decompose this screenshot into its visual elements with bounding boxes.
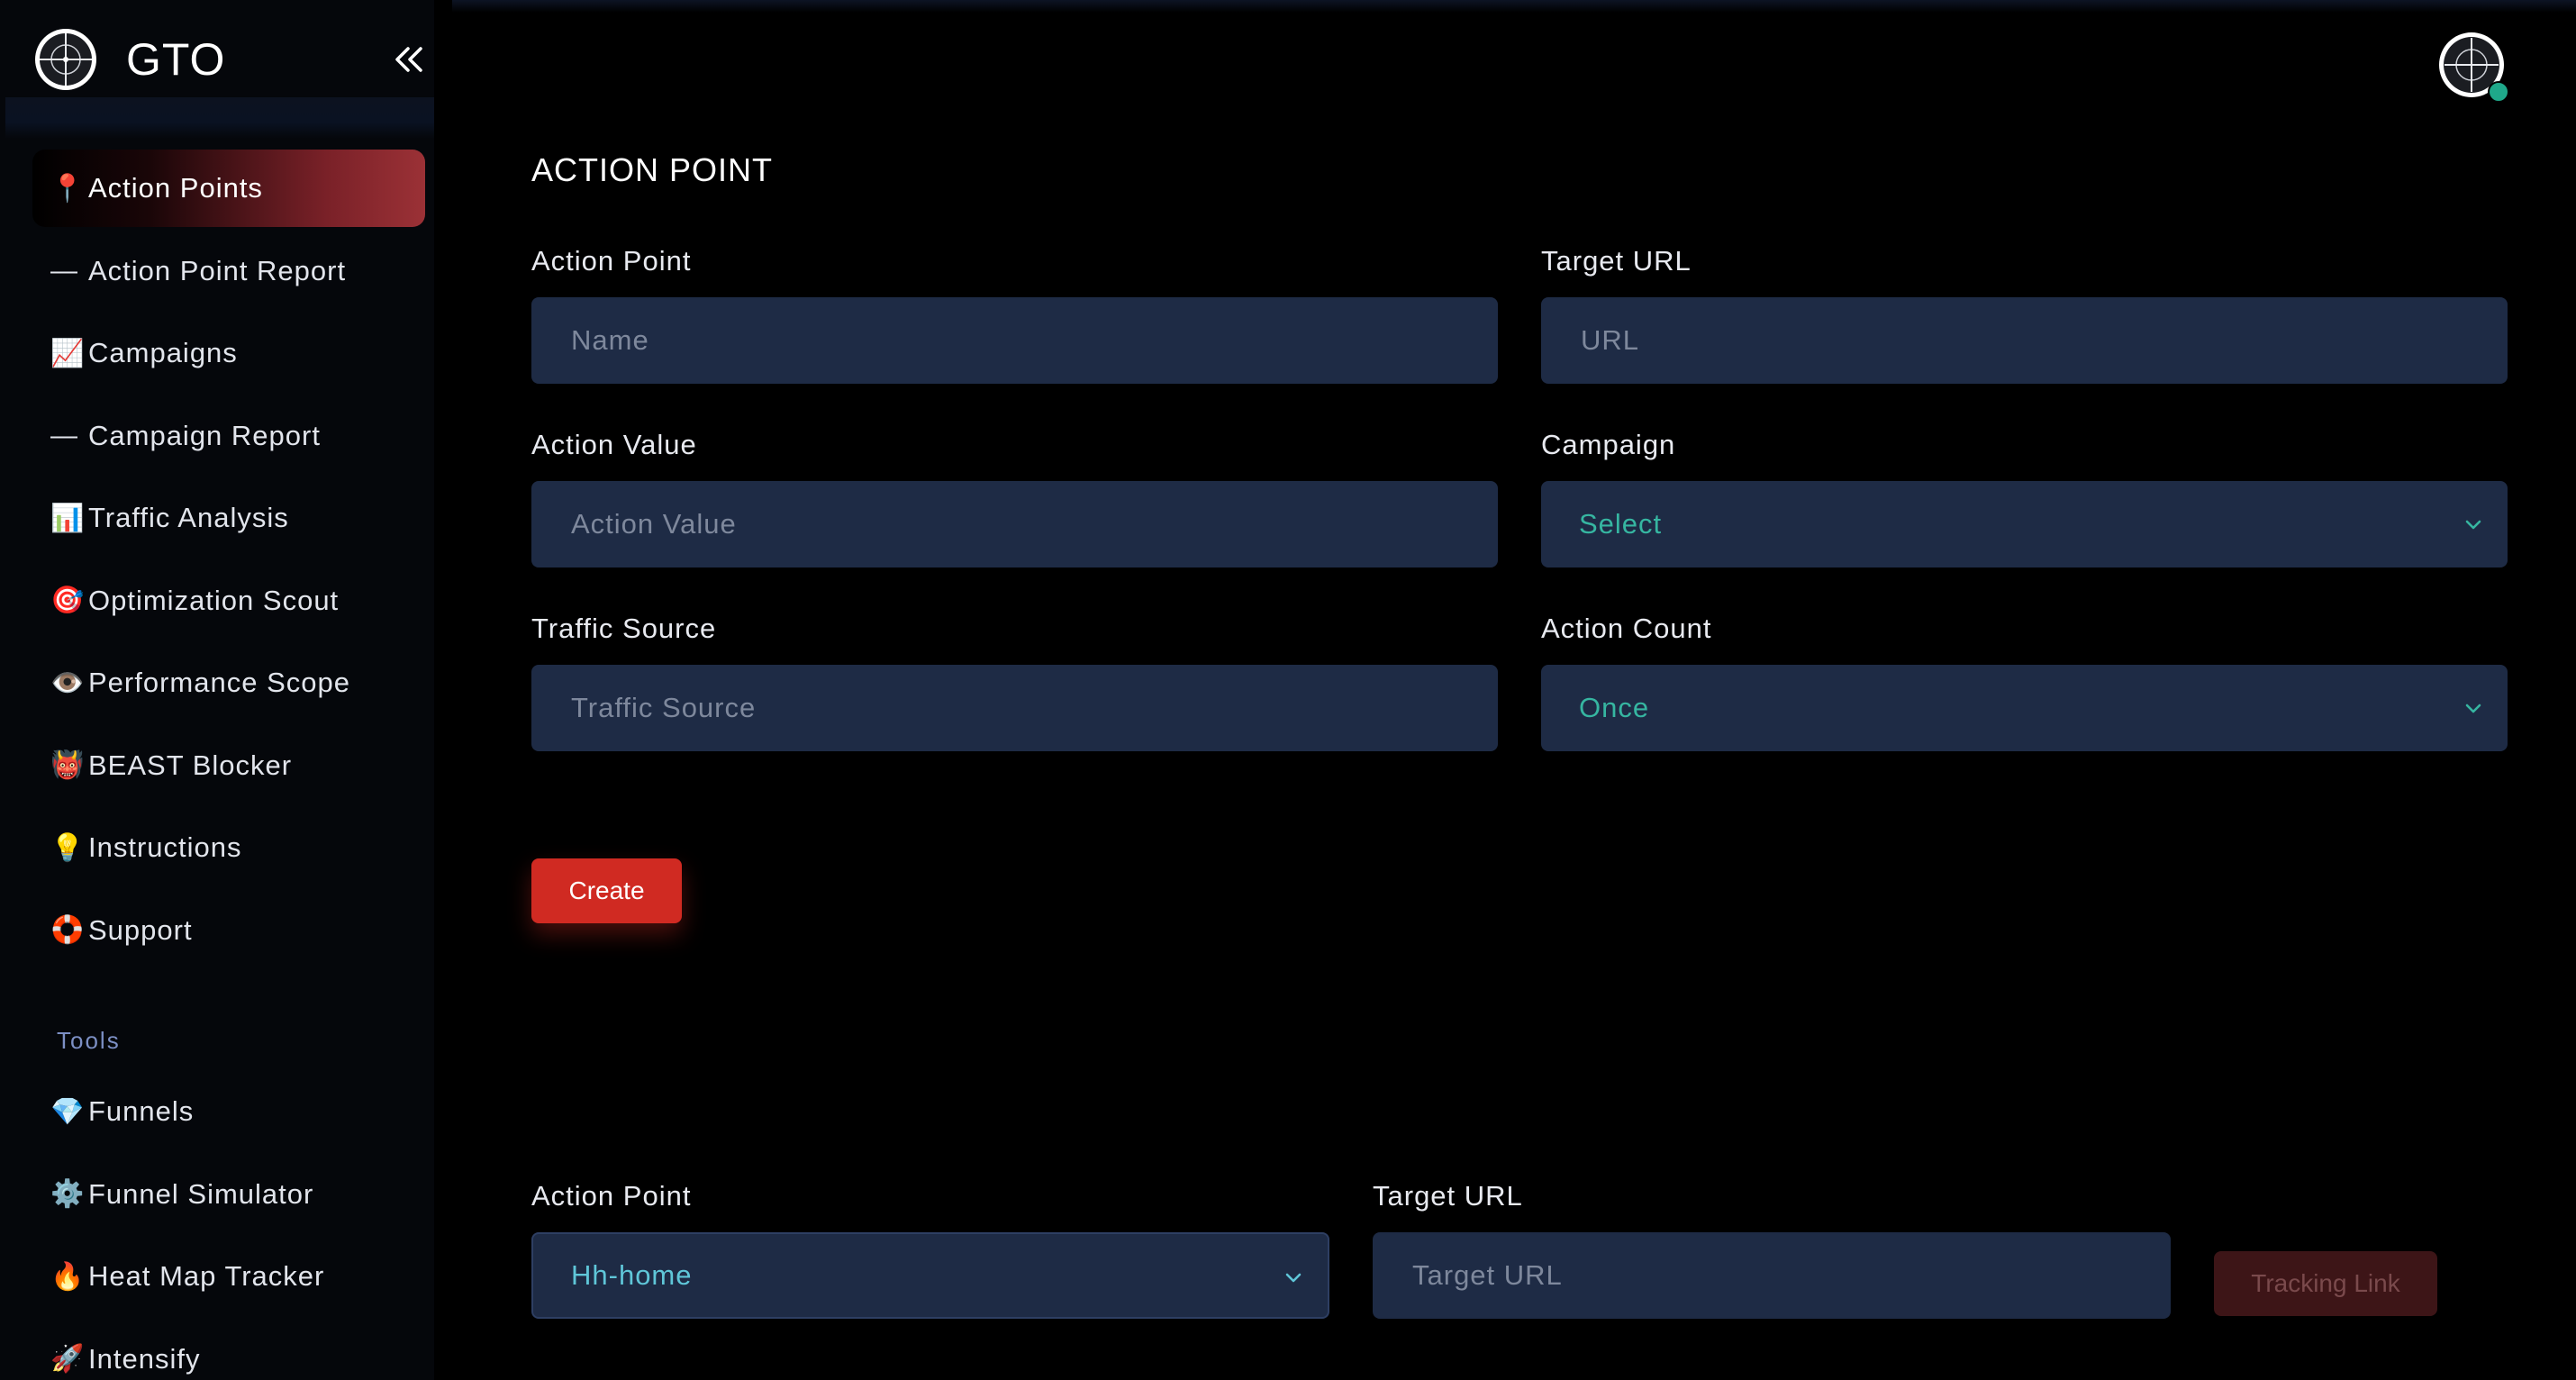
scroll-fade [5,97,434,139]
pin-icon: 📍 [50,173,86,204]
create-button[interactable]: Create [531,858,682,923]
sidebar-item-label: Action Points [88,172,263,204]
sidebar-item-label: Campaign Report [88,419,321,451]
sidebar-item-label: Support [88,913,193,946]
campaign-select-value: Select [1579,508,1663,540]
sidebar-item-beast-blocker[interactable]: 👹 BEAST Blocker [32,727,425,804]
target-url-input[interactable] [1579,323,2508,358]
campaign-select[interactable]: Select [1541,481,2508,567]
tracking-action-point-label: Action Point [531,1180,692,1212]
tracking-target-url-input[interactable] [1410,1258,2171,1293]
gear-icon: ⚙️ [50,1179,86,1209]
campaign-label: Campaign [1541,429,1676,460]
tracking-link-button[interactable]: Tracking Link [2214,1251,2437,1316]
action-value-field[interactable] [531,481,1498,567]
ogre-icon: 👹 [50,750,86,780]
tracking-target-url-label: Target URL [1373,1180,1523,1212]
dash-icon: — [50,420,78,450]
traffic-source-field[interactable] [531,665,1498,751]
collapse-sidebar-button[interactable] [385,36,432,83]
chevron-down-icon [2465,704,2481,713]
target-url-label: Target URL [1541,245,1692,277]
gem-icon: 💎 [50,1096,86,1127]
action-point-input[interactable] [569,323,1498,358]
eye-icon: 👁️ [50,667,86,698]
sidebar-item-funnel-simulator[interactable]: ⚙️ Funnel Simulator [32,1156,425,1233]
action-count-label: Action Count [1541,613,1712,644]
target-url-field[interactable] [1541,297,2508,384]
traffic-source-label: Traffic Source [531,613,717,644]
sidebar-item-label: Intensify [88,1342,201,1375]
brand[interactable]: GTO [32,25,225,94]
sidebar-item-label: Traffic Analysis [88,502,289,533]
fire-icon: 🔥 [50,1261,86,1292]
tracking-action-point-value: Hh-home [571,1259,693,1291]
dash-icon: — [50,255,78,286]
action-count-select-value: Once [1579,692,1650,723]
sidebar-item-label: Campaigns [88,337,238,368]
chart-increasing-icon: 📈 [50,338,86,368]
bar-chart-icon: 📊 [50,503,86,533]
sidebar-item-label: Action Point Report [88,254,347,286]
sidebar-item-label: Funnel Simulator [88,1177,314,1210]
traffic-source-input[interactable] [569,691,1498,725]
tracking-action-point-select[interactable]: Hh-home [531,1232,1329,1319]
sidebar-item-funnels[interactable]: 💎 Funnels [32,1073,425,1150]
lifebuoy-icon: 🛟 [50,915,86,945]
sidebar-item-action-points[interactable]: 📍 Action Points [32,150,425,227]
crosshair-logo-icon [35,29,96,90]
sidebar-item-instructions[interactable]: 💡 Instructions [32,809,425,886]
chevron-down-icon [2465,520,2481,530]
action-point-label: Action Point [531,245,692,277]
sidebar-item-campaign-report[interactable]: — Campaign Report [32,397,425,475]
sidebar-item-label: Performance Scope [88,667,350,698]
sidebar-nav: 📍 Action Points — Action Point Report 📈 … [32,150,425,974]
sidebar-item-campaigns[interactable]: 📈 Campaigns [32,314,425,392]
sidebar-item-label: Instructions [88,831,242,863]
sidebar: GTO 📍 Action Points — Action Point Repor… [0,0,434,1380]
topbar [452,0,2576,13]
action-value-label: Action Value [531,429,697,460]
target-icon: 🎯 [50,586,86,615]
sidebar-item-intensify[interactable]: 🚀 Intensify [32,1321,425,1380]
tools-nav: 💎 Funnels ⚙️ Funnel Simulator 🔥 Heat Map… [32,1073,425,1380]
sidebar-item-optimization-scout[interactable]: 🎯 Optimization Scout [32,562,425,640]
rocket-icon: 🚀 [50,1344,86,1374]
sidebar-item-performance-scope[interactable]: 👁️ Performance Scope [32,644,425,722]
sidebar-item-heat-map-tracker[interactable]: 🔥 Heat Map Tracker [32,1238,425,1315]
page-title: ACTION POINT [531,151,774,188]
action-point-field[interactable] [531,297,1498,384]
tools-section-label: Tools [57,1027,121,1054]
online-status-dot [2488,81,2509,103]
action-count-select[interactable]: Once [1541,665,2508,751]
lightbulb-icon: 💡 [50,832,86,863]
tracking-target-url-field[interactable] [1373,1232,2171,1319]
sidebar-item-traffic-analysis[interactable]: 📊 Traffic Analysis [32,479,425,557]
sidebar-item-label: Optimization Scout [88,584,340,616]
sidebar-item-action-point-report[interactable]: — Action Point Report [32,232,425,310]
double-chevron-left-icon [395,47,422,72]
sidebar-item-support[interactable]: 🛟 Support [32,892,425,969]
sidebar-item-label: Funnels [88,1095,195,1127]
sidebar-item-label: BEAST Blocker [88,749,293,781]
brand-name: GTO [126,34,226,85]
chevron-down-icon [1285,1273,1302,1283]
sidebar-item-label: Heat Map Tracker [88,1260,325,1292]
action-value-input[interactable] [569,507,1498,541]
